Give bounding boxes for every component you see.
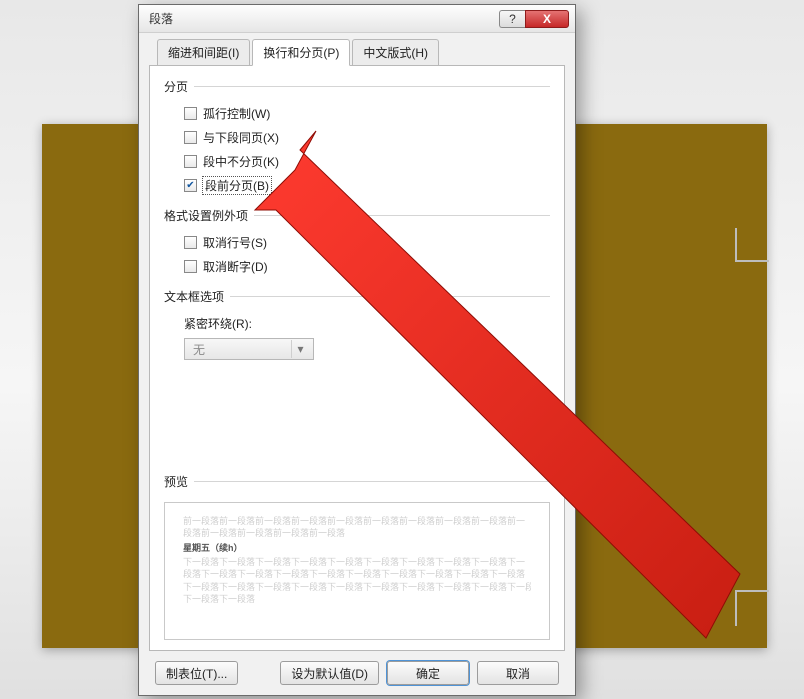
window-title: 段落 xyxy=(149,10,173,27)
section-exceptions: 格式设置例外项 xyxy=(164,207,550,224)
section-label-preview: 预览 xyxy=(164,473,188,490)
tab-cjk-typography[interactable]: 中文版式(H) xyxy=(352,39,439,65)
tight-wrap-select[interactable]: 无 ▾ xyxy=(184,338,314,360)
tab-line-page-breaks[interactable]: 换行和分页(P) xyxy=(252,39,350,66)
preview-box: 前一段落前一段落前一段落前一段落前一段落前一段落前一段落前一段落前一段落前一 段… xyxy=(164,502,550,640)
select-value: 无 xyxy=(193,341,205,358)
paragraph-dialog: 段落 ? X 缩进和间距(I) 换行和分页(P) 中文版式(H) 分页 孤行控制… xyxy=(138,4,576,696)
crop-mark xyxy=(735,228,737,262)
crop-mark xyxy=(735,592,737,626)
checkbox-icon xyxy=(184,260,197,273)
preview-sample-text: 星期五（续h） xyxy=(183,541,531,554)
checkbox-widow-orphan[interactable]: 孤行控制(W) xyxy=(184,103,550,123)
checkbox-icon xyxy=(184,131,197,144)
checkbox-label: 段前分页(B) xyxy=(203,177,271,194)
checkbox-keep-with-next[interactable]: 与下段同页(X) xyxy=(184,127,550,147)
close-button[interactable]: X xyxy=(525,10,569,28)
checkbox-icon xyxy=(184,236,197,249)
section-label-exceptions: 格式设置例外项 xyxy=(164,207,248,224)
tab-indent-spacing[interactable]: 缩进和间距(I) xyxy=(157,39,250,65)
checkbox-label: 取消行号(S) xyxy=(203,234,267,251)
checkbox-icon xyxy=(184,179,197,192)
tab-strip: 缩进和间距(I) 换行和分页(P) 中文版式(H) xyxy=(149,39,565,66)
checkbox-label: 孤行控制(W) xyxy=(203,105,270,122)
tabs-button[interactable]: 制表位(T)... xyxy=(155,661,238,685)
ok-button[interactable]: 确定 xyxy=(387,661,469,685)
checkbox-suppress-hyphenation[interactable]: 取消断字(D) xyxy=(184,256,550,276)
checkbox-keep-lines-together[interactable]: 段中不分页(K) xyxy=(184,151,550,171)
titlebar[interactable]: 段落 ? X xyxy=(139,5,575,33)
section-preview: 预览 xyxy=(164,473,550,490)
preview-text: 下一段落下一段落下一段落下一段落下一段落下一段落下一段落下一段落下一段落下一 xyxy=(183,556,531,568)
button-row: 制表位(T)... 设为默认值(D) 确定 取消 xyxy=(149,651,565,685)
section-textbox: 文本框选项 xyxy=(164,288,550,305)
checkbox-label: 与下段同页(X) xyxy=(203,129,279,146)
preview-text: 段落下一段落下一段落下一段落下一段落下一段落下一段落下一段落下一段落下一段落 xyxy=(183,568,531,580)
section-label-textbox: 文本框选项 xyxy=(164,288,224,305)
tight-wrap-label: 紧密环绕(R): xyxy=(184,315,550,332)
section-label-pagination: 分页 xyxy=(164,78,188,95)
checkbox-page-break-before[interactable]: 段前分页(B) xyxy=(184,175,550,195)
set-default-button[interactable]: 设为默认值(D) xyxy=(280,661,379,685)
preview-text: 前一段落前一段落前一段落前一段落前一段落前一段落前一段落前一段落前一段落前一 xyxy=(183,515,531,527)
checkbox-icon xyxy=(184,107,197,120)
checkbox-icon xyxy=(184,155,197,168)
preview-text: 下一段落下一段落 xyxy=(183,593,531,605)
checkbox-label: 取消断字(D) xyxy=(203,258,268,275)
checkbox-suppress-line-numbers[interactable]: 取消行号(S) xyxy=(184,232,550,252)
crop-mark xyxy=(735,260,769,262)
help-button[interactable]: ? xyxy=(499,10,525,28)
preview-text: 段落前一段落前一段落前一段落前一段落 xyxy=(183,527,531,539)
section-pagination: 分页 xyxy=(164,78,550,95)
tab-panel: 分页 孤行控制(W) 与下段同页(X) 段中不分页(K) 段前分页(B) 格式设… xyxy=(149,66,565,651)
preview-text: 下一段落下一段落下一段落下一段落下一段落下一段落下一段落下一段落下一段落下一段落 xyxy=(183,581,531,593)
cancel-button[interactable]: 取消 xyxy=(477,661,559,685)
crop-mark xyxy=(735,590,769,592)
checkbox-label: 段中不分页(K) xyxy=(203,153,279,170)
chevron-down-icon: ▾ xyxy=(291,340,309,358)
